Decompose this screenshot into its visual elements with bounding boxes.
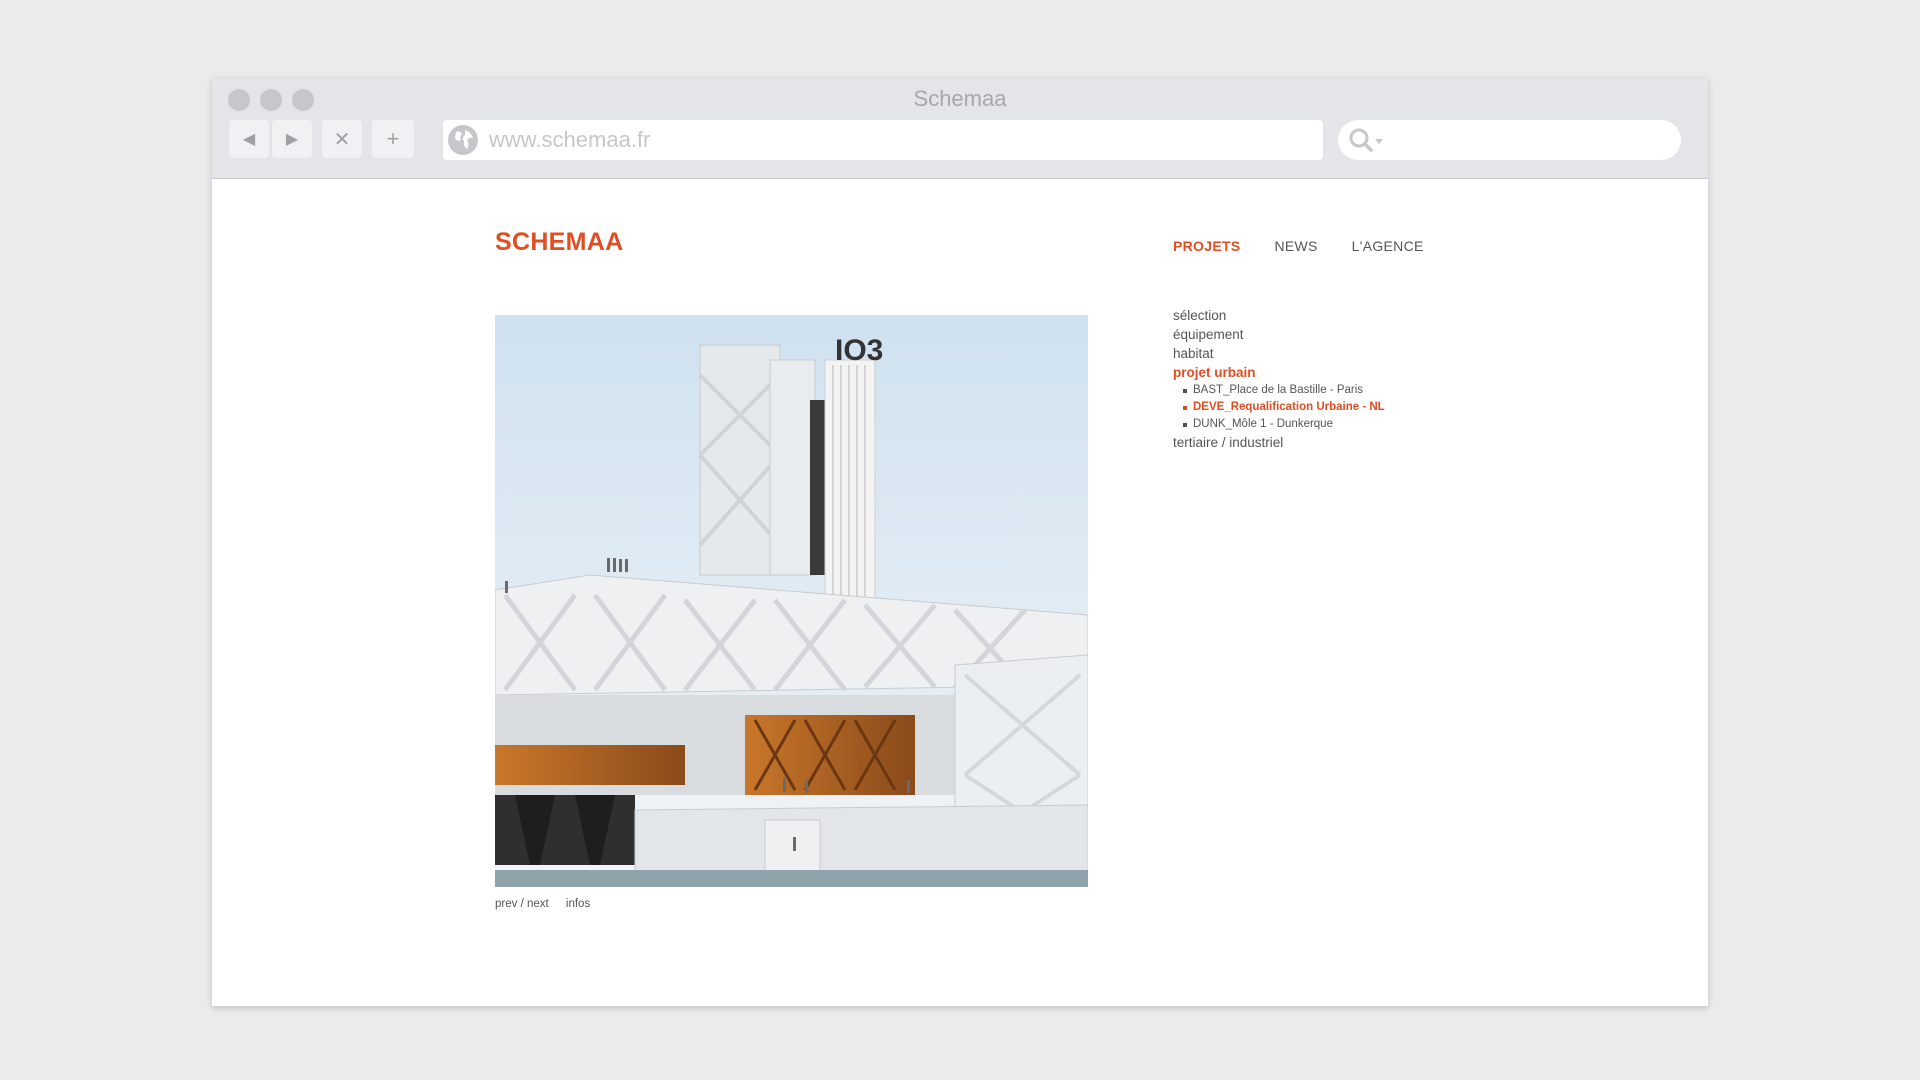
image-controls: prev / next infos <box>495 898 604 910</box>
close-icon: ✕ <box>333 128 351 151</box>
new-tab-button[interactable]: + <box>372 120 414 158</box>
site-logo[interactable]: SCHEMAA <box>495 228 624 257</box>
category-habitat[interactable]: habitat <box>1173 344 1385 363</box>
browser-window: Schemaa ◀ ▶ ✕ + www.schemaa.fr SCHEMAA P… <box>212 78 1708 1006</box>
project-link-bast[interactable]: BAST_Place de la Bastille - Paris <box>1173 382 1385 399</box>
window-title: Schemaa <box>913 86 1007 111</box>
category-equipement[interactable]: équipement <box>1173 325 1385 344</box>
category-selection[interactable]: sélection <box>1173 306 1385 325</box>
svg-text:IO3: IO3 <box>835 334 883 367</box>
nav-projets[interactable]: PROJETS <box>1173 238 1240 254</box>
infos-link[interactable]: infos <box>566 898 590 910</box>
back-arrow-icon: ◀ <box>242 131 256 148</box>
url-text: www.schemaa.fr <box>489 127 651 152</box>
globe-icon <box>448 125 478 155</box>
back-button[interactable]: ◀ <box>229 120 269 158</box>
main-navigation: PROJETS NEWS L'AGENCE <box>1173 238 1458 254</box>
search-input[interactable] <box>1338 120 1681 160</box>
prev-next-link[interactable]: prev / next <box>495 898 549 910</box>
plus-icon: + <box>386 126 400 151</box>
browser-toolbar: Schemaa ◀ ▶ ✕ + www.schemaa.fr <box>212 78 1708 179</box>
forward-arrow-icon: ▶ <box>285 131 299 148</box>
category-tertiaire-industriel[interactable]: tertiaire / industriel <box>1173 433 1385 452</box>
stop-button[interactable]: ✕ <box>322 120 362 158</box>
address-bar[interactable]: www.schemaa.fr <box>443 120 1323 160</box>
project-link-deve[interactable]: DEVE_Requalification Urbaine - NL <box>1173 399 1385 416</box>
search-icon <box>1349 128 1383 152</box>
project-categories: sélection équipement habitat projet urba… <box>1173 306 1385 452</box>
forward-button[interactable]: ▶ <box>272 120 312 158</box>
project-image: IO3 <box>495 315 1088 887</box>
page-content: SCHEMAA PROJETS NEWS L'AGENCE IO3 prev /… <box>212 180 1708 1006</box>
nav-news[interactable]: NEWS <box>1274 238 1317 254</box>
nav-agence[interactable]: L'AGENCE <box>1352 238 1424 254</box>
project-link-dunk[interactable]: DUNK_Môle 1 - Dunkerque <box>1173 416 1385 433</box>
category-projet-urbain[interactable]: projet urbain <box>1173 363 1385 382</box>
